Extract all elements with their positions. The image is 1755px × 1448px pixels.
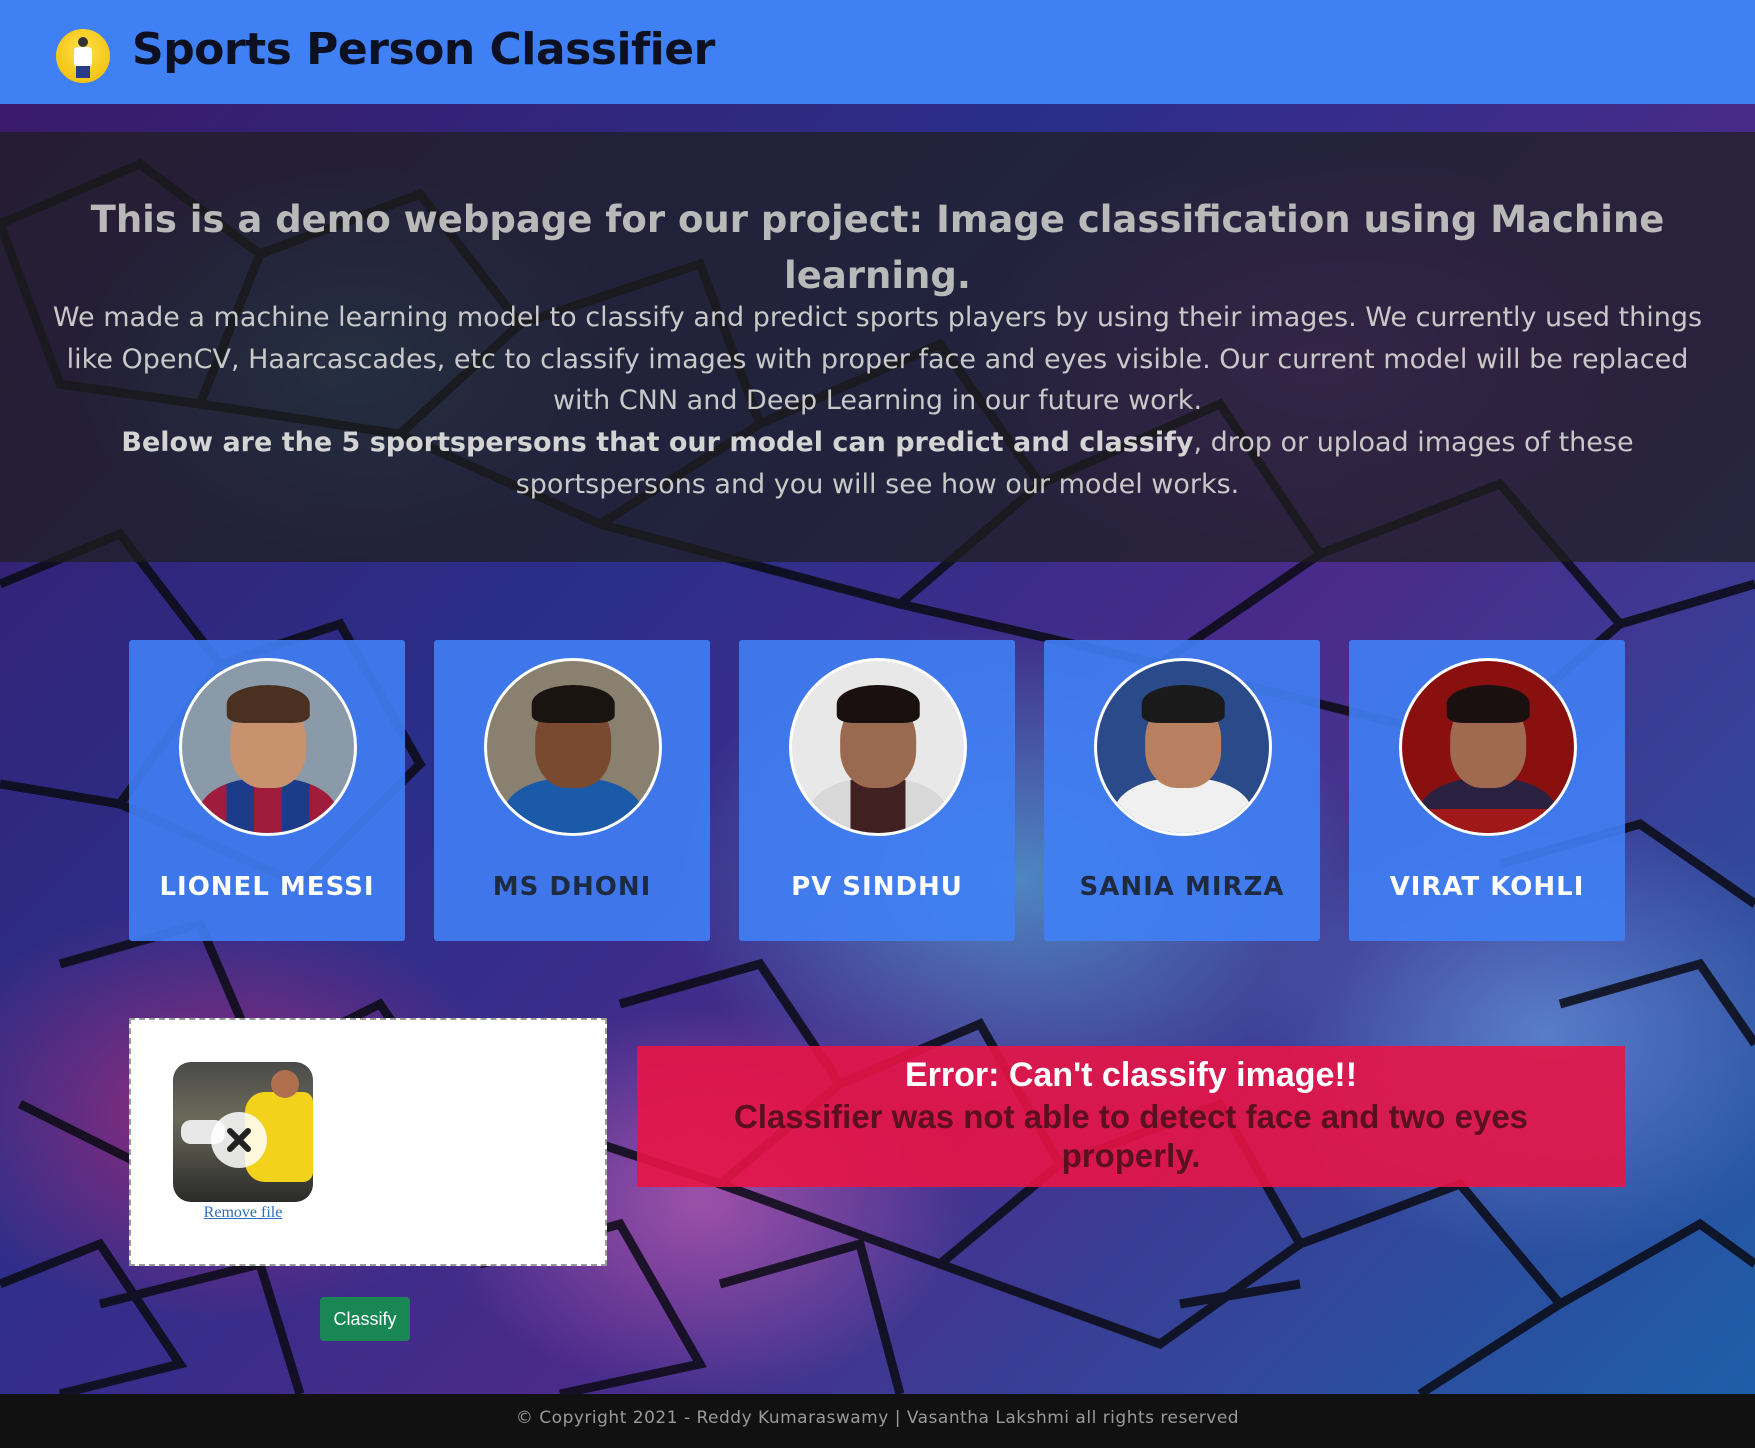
player-name: VIRAT KOHLI [1389,872,1585,902]
uploaded-image-thumbnail [173,1062,313,1202]
sports-person-logo-icon [56,29,110,83]
player-photo-mirza [1094,658,1272,836]
player-name: LIONEL MESSI [159,872,375,902]
player-photo-dhoni [484,658,662,836]
player-card-mirza: SANIA MIRZA [1044,640,1320,941]
intro-instruction: Below are the 5 sportspersons that our m… [60,422,1695,505]
error-message: Classifier was not able to detect face a… [733,1098,1529,1174]
image-dropzone[interactable]: Remove file [129,1018,607,1266]
player-card-messi: LIONEL MESSI [129,640,405,941]
top-navbar: Sports Person Classifier [0,0,1755,104]
remove-file-link[interactable]: Remove file [173,1204,313,1222]
app-title: Sports Person Classifier [132,24,715,75]
player-name: SANIA MIRZA [1079,872,1285,902]
player-photo-sindhu [789,658,967,836]
intro-paragraph: We made a machine learning model to clas… [52,302,1703,416]
intro-instruction-bold: Below are the 5 sportspersons that our m… [121,427,1194,458]
error-title: Error: Can't classify image!! [904,1056,1358,1094]
player-photo-messi [179,658,357,836]
player-card-dhoni: MS DHONI [434,640,710,941]
intro-panel: This is a demo webpage for our project: … [0,132,1755,562]
player-name: MS DHONI [492,872,652,902]
player-card-sindhu: PV SINDHU [739,640,1015,941]
classify-button[interactable]: Classify [320,1297,410,1341]
player-card-kohli: VIRAT KOHLI [1349,640,1625,941]
error-alert: Error: Can't classify image!! Classifier… [637,1046,1625,1187]
player-photo-kohli [1399,658,1577,836]
footer: © Copyright 2021 - Reddy Kumaraswamy | V… [0,1394,1755,1448]
copyright-text: © Copyright 2021 - Reddy Kumaraswamy | V… [515,1408,1240,1428]
player-name: PV SINDHU [791,872,963,902]
intro-heading: This is a demo webpage for our project: … [90,198,1665,297]
close-icon[interactable] [211,1112,267,1168]
